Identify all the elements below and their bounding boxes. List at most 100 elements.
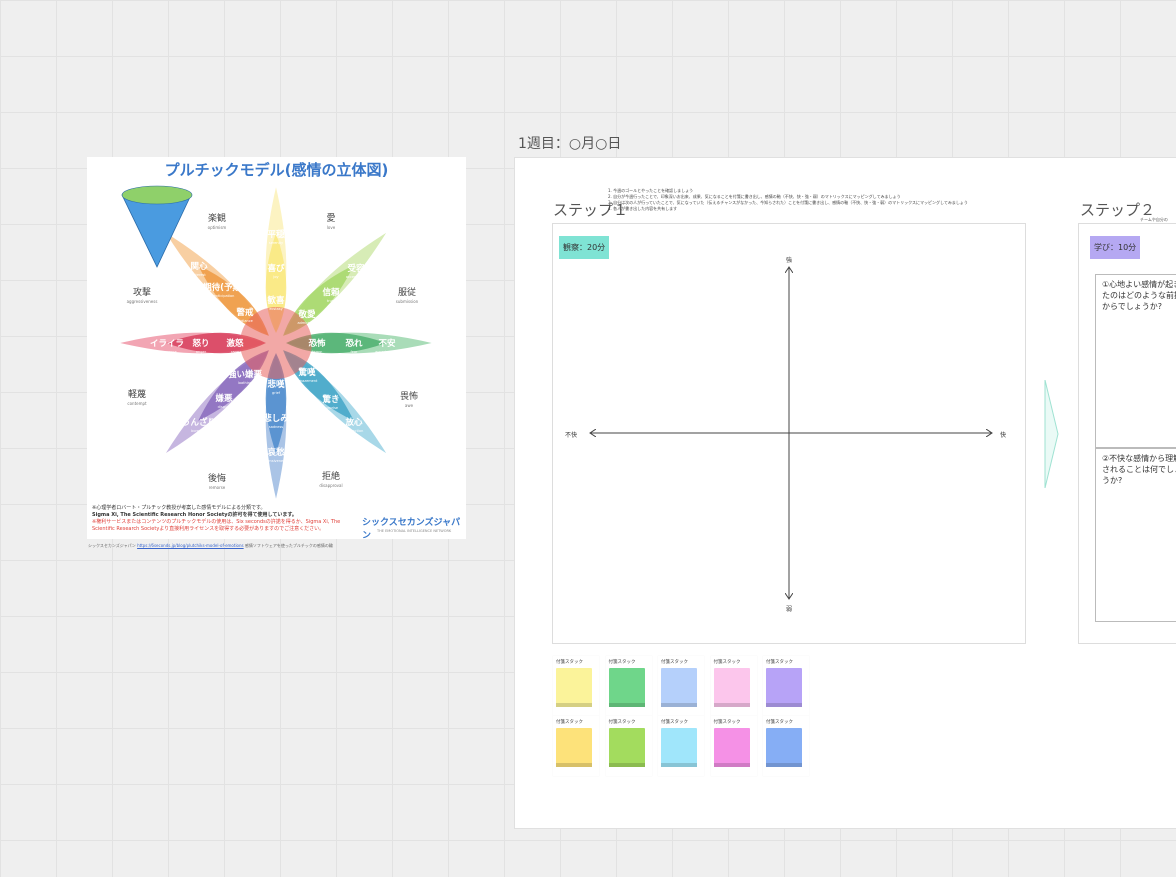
emotion-label-en: joy (272, 275, 278, 279)
petal-label-en: aggressiveness (127, 299, 158, 304)
emotion-label-en: acceptance (346, 275, 366, 279)
sticky-stack-label: 付箋スタック (713, 720, 741, 725)
learning-tag[interactable]: 学び：10分 (1090, 236, 1141, 259)
petal-label-en: love (327, 225, 336, 230)
sticky-note[interactable] (608, 728, 645, 764)
note-line-2: Sigma Xi, The Scientific Research Honor … (92, 512, 297, 518)
sticky-note[interactable] (556, 728, 592, 764)
petal-label: 軽蔑 (128, 388, 146, 400)
emotion-label-en: trust (327, 299, 336, 303)
emotion-label: 警戒 (236, 307, 254, 318)
petal-label: 楽観 (208, 212, 226, 224)
credit-link[interactable]: https://6seconds.jp/blog/plutchiks-model… (137, 543, 244, 548)
emotion-label-en: interest (192, 273, 206, 277)
emotion-label: 怒り (192, 338, 209, 349)
credit-suffix: 感情ソフトウェアを使ったプルチックの感情の輪 (244, 543, 333, 548)
petal-label-en: disapproval (319, 483, 342, 488)
emotion-label: 悲嘆 (267, 379, 285, 390)
sticky-note[interactable] (661, 668, 697, 704)
sticky-stack[interactable]: 付箋スタック (605, 716, 652, 776)
petal-label: 畏怖 (400, 390, 418, 402)
sticky-stack-label: 付箋スタック (556, 720, 583, 725)
axis-label-weak: 弱 (786, 606, 793, 613)
sticky-stack[interactable]: 付箋スタック (658, 716, 704, 776)
emotion-matrix-axes (552, 223, 1024, 642)
emotion-label-en: grief (272, 391, 281, 395)
petal-label: 攻撃 (133, 286, 151, 298)
emotion-label-en: admiration (297, 321, 316, 325)
petal-label-en: awe (405, 403, 414, 408)
sticky-stack[interactable]: 付箋スタック (763, 656, 809, 716)
sticky-note[interactable] (713, 668, 750, 704)
credit-prefix: シックスセカンズジャパン (88, 543, 136, 548)
emotion-label-en: amazement (297, 379, 318, 383)
flow-arrow-shape[interactable] (1044, 380, 1060, 488)
emotion-label: 悲しみ (263, 413, 289, 424)
sticky-stack-label: 付箋スタック (713, 660, 741, 665)
image-note: ※心理学者ロバート・プルチック教授が考案した感情モデルによる分類です。 Sigm… (92, 505, 362, 533)
sticky-stack-label: 付箋スタック (608, 660, 636, 665)
question-box-1[interactable]: ①心地よい感情が起きたのはどのような前提からでしょうか? (1095, 274, 1176, 448)
emotion-label: 嫌悪 (214, 393, 233, 404)
sticky-note[interactable] (661, 728, 697, 764)
axis-label-pleasant: 快 (1000, 432, 1007, 439)
emotion-label-en: anger (196, 350, 207, 354)
emotion-label-en: surprise (324, 406, 338, 410)
emotion-label: 受容 (347, 263, 365, 274)
step1-instructions[interactable]: 1. 今週のゴールとやったことを確認しましょう 2. 自分が今週行ったことで、印… (608, 188, 1028, 212)
petal-label-en: optimism (208, 225, 227, 230)
emotion-label: 信頼 (322, 287, 340, 298)
sticky-stack[interactable]: 付箋スタック (658, 656, 704, 716)
sticky-stack-label: 付箋スタック (608, 720, 636, 725)
sticky-stack-label: 付箋スタック (661, 660, 688, 665)
sticky-stack[interactable]: 付箋スタック (553, 656, 599, 716)
emotion-label: 放心 (344, 417, 363, 428)
emotion-label-en: pensiveness (265, 459, 287, 463)
emotion-label: 恐れ (345, 339, 363, 349)
emotion-label: うんざり (182, 417, 216, 428)
emotion-label: 強い嫌悪 (228, 369, 263, 380)
brand-logo: シックスセカンズジャパン (362, 518, 461, 541)
sticky-note[interactable] (608, 668, 645, 704)
plutchik-image[interactable]: プルチックモデル(感情の立体図) 楽観 optimism 愛 love 服従 submis… (87, 157, 466, 541)
sticky-note[interactable] (766, 668, 802, 704)
emotion-wheel: 楽観optimism 愛love 服従submission 畏怖awe 拒絶disapp… (117, 184, 435, 502)
emotion-label-en: boredom (191, 429, 207, 433)
emotion-label: 不安 (378, 338, 396, 349)
emotion-label: 喜び (267, 263, 285, 274)
emotion-label: 期待(予期) (203, 282, 245, 293)
sticky-stack[interactable]: 付箋スタック (710, 656, 757, 716)
sticky-stack[interactable]: 付箋スタック (553, 716, 599, 776)
frame-title[interactable]: 1週目：○月○日 (518, 133, 621, 153)
emotion-label-en: fear (351, 350, 359, 354)
emotion-label: 関心 (190, 261, 208, 272)
emotion-label: 敬愛 (297, 309, 316, 320)
sticky-stack[interactable]: 付箋スタック (763, 716, 809, 776)
sticky-stack[interactable]: 付箋スタック (605, 656, 652, 716)
petal-label: 拒絶 (322, 470, 340, 482)
axis-label-strong: 強 (786, 257, 793, 264)
emotion-label: 驚嘆 (297, 367, 316, 378)
question-box-2[interactable]: ②不快な感情から理解されることは何でしょうか? (1095, 448, 1176, 622)
brand-subtitle: THE EMOTIONAL INTELLIGENCE NETWORK (377, 529, 452, 533)
emotion-label-en: apprehension (375, 350, 399, 354)
sticky-note[interactable] (713, 728, 750, 764)
emotion-label-en: disgust (218, 405, 231, 409)
emotion-label-en: distraction (345, 429, 364, 433)
sticky-note[interactable] (766, 728, 802, 764)
petal-label: 服従 (398, 286, 416, 298)
instruction-4: 4. 各人が書き出した内容を共有します (608, 206, 678, 211)
sticky-stack[interactable]: 付箋スタック (710, 716, 757, 776)
sticky-note[interactable] (556, 668, 592, 704)
sticky-stack-label: 付箋スタック (556, 660, 583, 665)
emotion-label-en: loathing (238, 381, 252, 385)
axis-label-unpleasant: 不快 (565, 432, 578, 439)
emotion-label: イライラ (150, 339, 184, 349)
emotion-label: 歓喜 (267, 295, 285, 306)
petal-label-en: submission (396, 299, 419, 304)
emotion-label-en: serenity (269, 241, 283, 245)
sticky-stack-label: 付箋スタック (766, 660, 793, 665)
emotion-label-en: rage (231, 350, 239, 354)
note-line-1: ※心理学者ロバート・プルチック教授が考案した感情モデルによる分類です。 (92, 505, 266, 511)
note-red: ※権利サービスまたはコンテンツのプルチックモデルの使用は、Six seconds… (92, 519, 341, 532)
